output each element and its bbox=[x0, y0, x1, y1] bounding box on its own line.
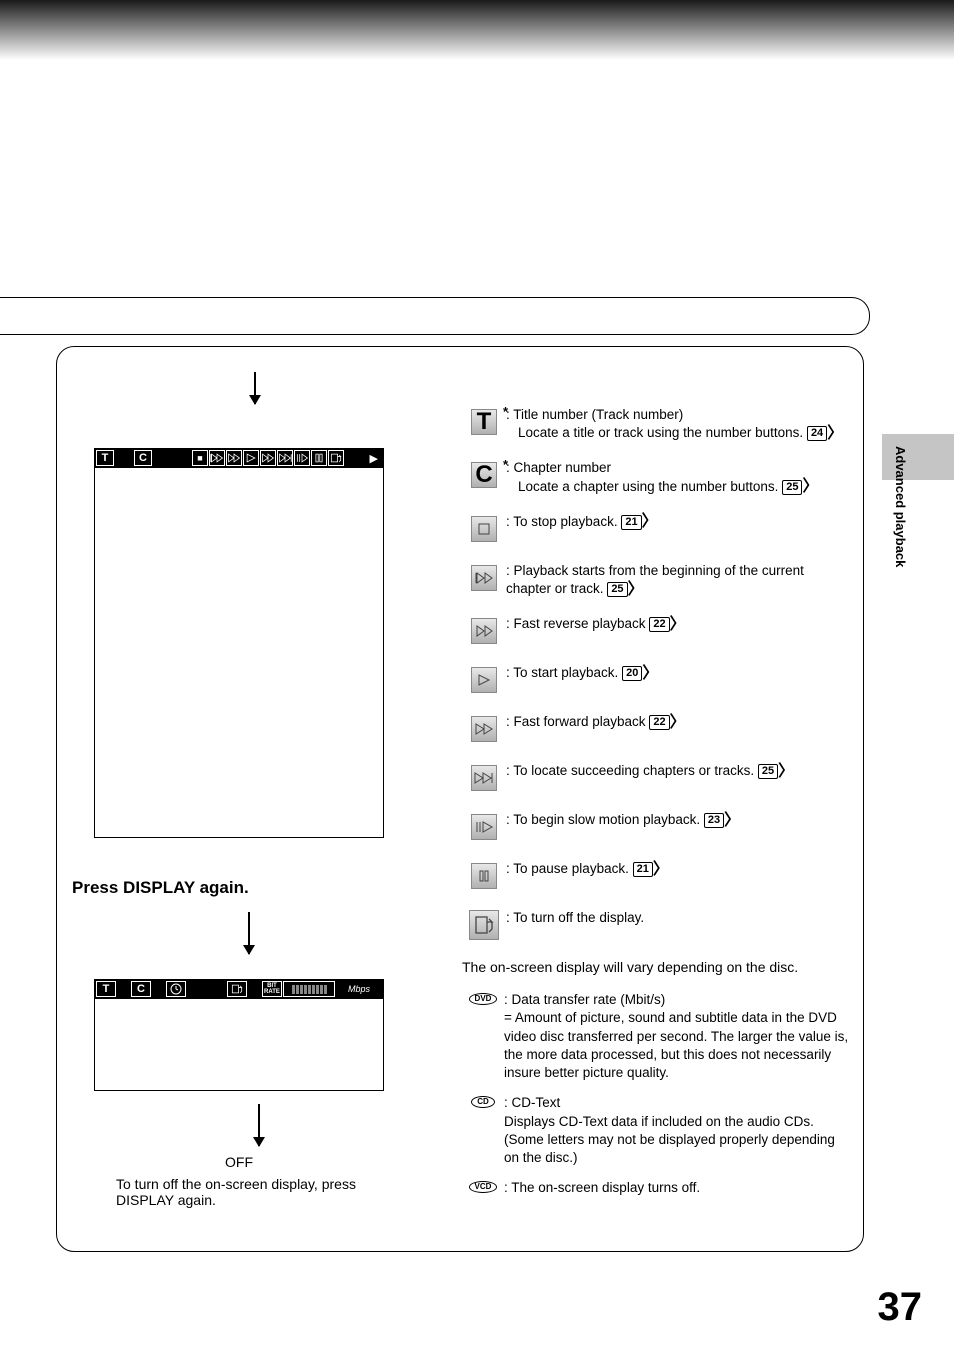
arrow-down-icon bbox=[254, 372, 256, 404]
legend-play-text: : To start playback. bbox=[506, 665, 618, 680]
pause-icon bbox=[471, 863, 497, 889]
page-number: 37 bbox=[878, 1285, 923, 1330]
page-ref: 21〉 bbox=[621, 515, 657, 530]
fast-forward-icon bbox=[471, 716, 497, 742]
legend-play-row: : To start playback. 20〉 bbox=[462, 664, 852, 696]
legend-prev-text: : Playback starts from the beginning of … bbox=[506, 563, 804, 596]
osd-title-cell: T bbox=[96, 450, 114, 466]
clock-icon bbox=[166, 981, 186, 997]
arrow-down-icon bbox=[248, 912, 250, 954]
side-label: Advanced playback bbox=[893, 446, 908, 567]
off-note: To turn off the on-screen display, press… bbox=[116, 1176, 406, 1208]
play-indicator-icon: ▶ bbox=[370, 452, 382, 465]
page-ref: 20〉 bbox=[622, 666, 658, 681]
letter-t-icon: T bbox=[477, 410, 492, 434]
legend-title-row: T * : Title number (Track number) Locate … bbox=[462, 406, 852, 442]
vcd-title: : The on-screen display turns off. bbox=[504, 1180, 700, 1195]
page-ref: 25〉 bbox=[782, 480, 818, 495]
legend-title-desc: Locate a title or track using the number… bbox=[518, 425, 803, 440]
rewind-icon bbox=[471, 618, 497, 644]
top-gradient bbox=[0, 0, 954, 60]
skip-prev-icon bbox=[471, 565, 497, 591]
skip-next-icon bbox=[471, 765, 497, 791]
legend-next-text: : To locate succeeding chapters or track… bbox=[506, 763, 754, 778]
dvd-badge: DVD bbox=[469, 993, 498, 1005]
rewind-icon bbox=[226, 450, 242, 466]
play-icon bbox=[471, 667, 497, 693]
osd-screen-2 bbox=[94, 999, 384, 1091]
cd-title: : CD-Text bbox=[504, 1095, 560, 1110]
osd-screen-1 bbox=[94, 468, 384, 838]
bitrate-label: BIT RATE bbox=[262, 981, 282, 997]
legend-stop-text: : To stop playback. bbox=[506, 514, 618, 529]
letter-c-icon: C bbox=[475, 463, 492, 487]
press-display-heading: Press DISPLAY again. bbox=[72, 878, 249, 898]
legend-rev-text: : Fast reverse playback bbox=[506, 616, 646, 631]
legend-title-main: : Title number (Track number) bbox=[506, 407, 683, 422]
legend-ff-text: : Fast forward playback bbox=[506, 714, 646, 729]
legend-slow-row: : To begin slow motion playback. 23〉 bbox=[462, 811, 852, 843]
legend-ff-row: : Fast forward playback 22〉 bbox=[462, 713, 852, 745]
osd-bar-2: T C BIT RATE Mbps bbox=[94, 979, 384, 999]
exit-icon bbox=[328, 450, 344, 466]
page-ref: 24〉 bbox=[807, 426, 843, 441]
exit-icon bbox=[227, 981, 247, 997]
osd2-chapter-cell: C bbox=[131, 981, 151, 997]
legend-next-row: : To locate succeeding chapters or track… bbox=[462, 762, 852, 794]
osd-chapter-cell: C bbox=[134, 450, 152, 466]
stop-icon: ■ bbox=[192, 450, 208, 466]
dvd-title: : Data transfer rate (Mbit/s) bbox=[504, 992, 665, 1007]
legend-chapter-row: C * : Chapter number Locate a chapter usi… bbox=[462, 459, 852, 495]
osd2-title-cell: T bbox=[96, 981, 116, 997]
vcd-badge: VCD bbox=[469, 1181, 498, 1193]
play-icon bbox=[243, 450, 259, 466]
legend-pause-row: : To pause playback. 21〉 bbox=[462, 860, 852, 892]
skip-prev-icon bbox=[209, 450, 225, 466]
mbps-label: Mbps bbox=[348, 984, 380, 994]
legend-slow-text: : To begin slow motion playback. bbox=[506, 812, 700, 827]
pause-icon bbox=[311, 450, 327, 466]
cd-badge: CD bbox=[471, 1096, 495, 1108]
stop-icon bbox=[471, 516, 497, 542]
legend-stop-row: : To stop playback. 21〉 bbox=[462, 513, 852, 545]
dvd-note-row: DVD : Data transfer rate (Mbit/s) = Amou… bbox=[462, 991, 852, 1082]
arrow-down-icon bbox=[258, 1104, 260, 1146]
page-ref: 25〉 bbox=[758, 764, 794, 779]
legend-chapter-main: : Chapter number bbox=[506, 460, 611, 475]
off-label: OFF bbox=[94, 1154, 384, 1170]
star-icon: * bbox=[503, 457, 508, 472]
title-bar bbox=[0, 297, 870, 335]
slow-icon bbox=[294, 450, 310, 466]
fast-forward-icon bbox=[260, 450, 276, 466]
star-icon: * bbox=[503, 404, 508, 419]
dvd-body: = Amount of picture, sound and subtitle … bbox=[504, 1010, 848, 1080]
legend-pause-text: : To pause playback. bbox=[506, 861, 629, 876]
legend-prev-row: : Playback starts from the beginning of … bbox=[462, 562, 852, 598]
page-ref: 25〉 bbox=[607, 582, 643, 597]
legend-off-text: : To turn off the display. bbox=[506, 910, 644, 925]
page-ref: 21〉 bbox=[633, 862, 669, 877]
cd-body: Displays CD-Text data if included on the… bbox=[504, 1114, 835, 1165]
page-ref: 22〉 bbox=[649, 715, 685, 730]
page-ref: 22〉 bbox=[649, 617, 685, 632]
vcd-note-row: VCD : The on-screen display turns off. bbox=[462, 1179, 852, 1197]
skip-next-icon bbox=[277, 450, 293, 466]
legend-column: T * : Title number (Track number) Locate … bbox=[462, 406, 852, 1209]
slow-icon bbox=[471, 814, 497, 840]
legend-rev-row: : Fast reverse playback 22〉 bbox=[462, 615, 852, 647]
legend-chapter-desc: Locate a chapter using the number button… bbox=[518, 479, 778, 494]
exit-icon bbox=[469, 910, 499, 940]
legend-off-row: : To turn off the display. bbox=[462, 909, 852, 941]
osd-bar-1: T C ■ ▶ bbox=[94, 448, 384, 468]
osd-vary-note: The on-screen display will vary dependin… bbox=[462, 958, 852, 977]
page-ref: 23〉 bbox=[704, 813, 740, 828]
bitrate-meter bbox=[283, 981, 335, 997]
cd-note-row: CD : CD-Text Displays CD-Text data if in… bbox=[462, 1094, 852, 1167]
